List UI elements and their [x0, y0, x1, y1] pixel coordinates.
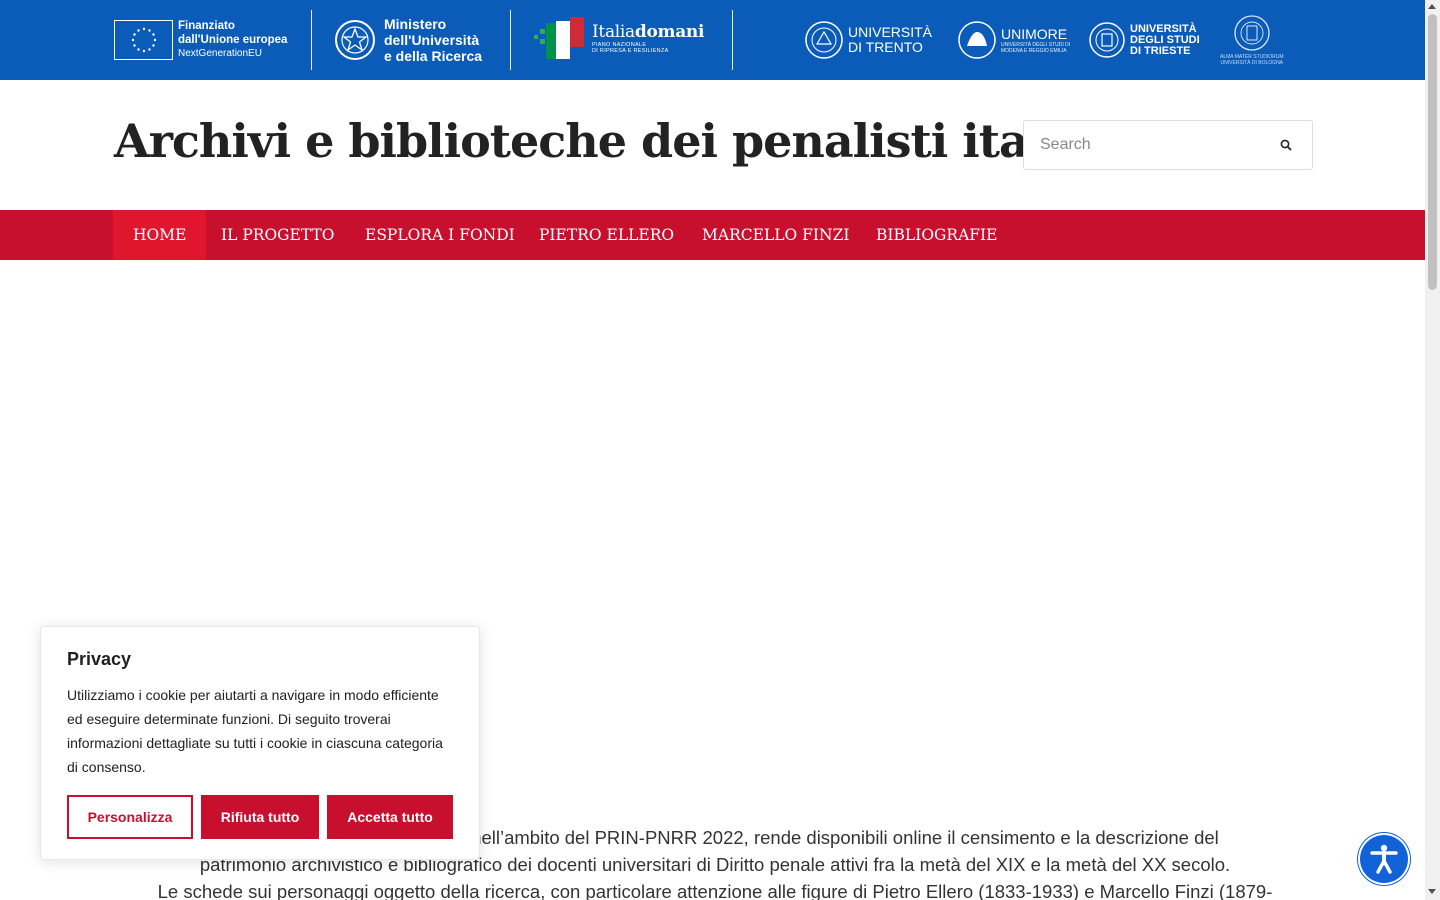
site-title[interactable]: Archivi e biblioteche dei penalisti ital…	[114, 114, 1139, 168]
unitn-logo[interactable]: UNIVERSITÀ DI TRENTO	[804, 20, 932, 60]
eu-flag-icon	[114, 20, 173, 60]
unitn-line2: DI TRENTO	[848, 39, 923, 55]
nav-item-home[interactable]: HOME	[113, 210, 207, 260]
search-icon	[1280, 139, 1292, 151]
eu-line3: NextGenerationEU	[178, 48, 262, 59]
unibo-seal-icon	[1234, 15, 1270, 51]
search-button[interactable]	[1278, 137, 1294, 153]
italiadomani-logo[interactable]: Italiadomani PIANO NAZIONALE DI RIPRESA …	[532, 15, 704, 61]
unimore-logo[interactable]: UNIMORE UNIVERSITÀ DEGLI STUDI DI MODENA…	[957, 20, 1070, 60]
unitn-seal-icon	[805, 21, 843, 59]
mur-logo[interactable]: Ministero dell'Università e della Ricerc…	[334, 16, 482, 64]
mur-line3: e della Ricerca	[384, 48, 483, 64]
italiadomani-title-a: Italia	[592, 22, 635, 42]
accessibility-button[interactable]	[1360, 835, 1408, 883]
unitn-line1: UNIVERSITÀ	[848, 24, 933, 40]
units-logo[interactable]: UNIVERSITÀ DEGLI STUDI DI TRIESTE	[1088, 21, 1200, 59]
logo-divider	[510, 10, 511, 70]
search-form	[1023, 120, 1313, 170]
page-scrollbar[interactable]	[1425, 0, 1440, 900]
search-input[interactable]	[1024, 121, 1264, 169]
logo-divider	[732, 10, 733, 70]
cookie-title: Privacy	[67, 649, 132, 669]
italian-flag-icon	[534, 17, 584, 59]
italiadomani-title-b: domani	[634, 22, 705, 42]
intro-line: Le schede sui personaggi oggetto della r…	[157, 881, 1273, 900]
logo-divider	[311, 10, 312, 70]
scrollbar-thumb[interactable]	[1428, 14, 1437, 290]
unimore-sub2: MODENA E REGGIO EMILIA	[1001, 47, 1067, 54]
units-line3: DI TRIESTE	[1130, 44, 1191, 57]
main-nav: HOME IL PROGETTO ESPLORA I FONDI PIETRO …	[0, 210, 1425, 260]
nav-item-bibliografie[interactable]: BIBLIOGRAFIE	[856, 210, 1017, 260]
scroll-down-arrow-icon[interactable]	[1428, 889, 1436, 894]
unibo-sub2: UNIVERSITÀ DI BOLOGNA	[1220, 60, 1284, 66]
unimore-seal-icon	[958, 21, 996, 59]
accessibility-icon	[1370, 844, 1398, 874]
scroll-up-arrow-icon[interactable]	[1428, 4, 1436, 9]
cookie-consent-dialog: Privacy Utilizziamo i cookie per aiutart…	[40, 626, 480, 860]
mur-line1: Ministero	[384, 16, 447, 32]
nav-item-marcello-finzi[interactable]: MARCELLO FINZI	[682, 210, 869, 260]
partner-logo-bar: Finanziato dall'Unione europea NextGener…	[0, 0, 1425, 80]
cookie-description: Utilizziamo i cookie per aiutarti a navi…	[67, 687, 443, 775]
nav-item-pietro-ellero[interactable]: PIETRO ELLERO	[519, 210, 694, 260]
eu-line1: Finanziato	[178, 20, 235, 32]
customize-button[interactable]: Personalizza	[67, 795, 193, 839]
units-line1: UNIVERSITÀ	[1130, 22, 1197, 35]
accept-all-button[interactable]: Accetta tutto	[327, 795, 453, 839]
nav-item-esplora-i-fondi[interactable]: ESPLORA I FONDI	[345, 210, 535, 260]
eu-logo[interactable]: Finanziato dall'Unione europea NextGener…	[114, 19, 287, 61]
mur-line2: dell'Università	[384, 32, 480, 48]
unimore-line1: UNIMORE	[1001, 25, 1068, 42]
units-seal-icon	[1089, 22, 1125, 58]
nav-item-il-progetto[interactable]: IL PROGETTO	[201, 210, 355, 260]
eu-line2: dall'Unione europea	[178, 34, 288, 46]
reject-all-button[interactable]: Rifiuta tutto	[201, 795, 319, 839]
page: Finanziato dall'Unione europea NextGener…	[0, 0, 1425, 900]
italiadomani-sub2: DI RIPRESA E RESILIENZA	[592, 48, 669, 54]
units-line2: DEGLI STUDI	[1130, 33, 1200, 46]
unibo-logo[interactable]: ALMA MATER STUDIORUM UNIVERSITÀ DI BOLOG…	[1220, 14, 1284, 66]
italian-emblem-icon	[335, 20, 375, 60]
